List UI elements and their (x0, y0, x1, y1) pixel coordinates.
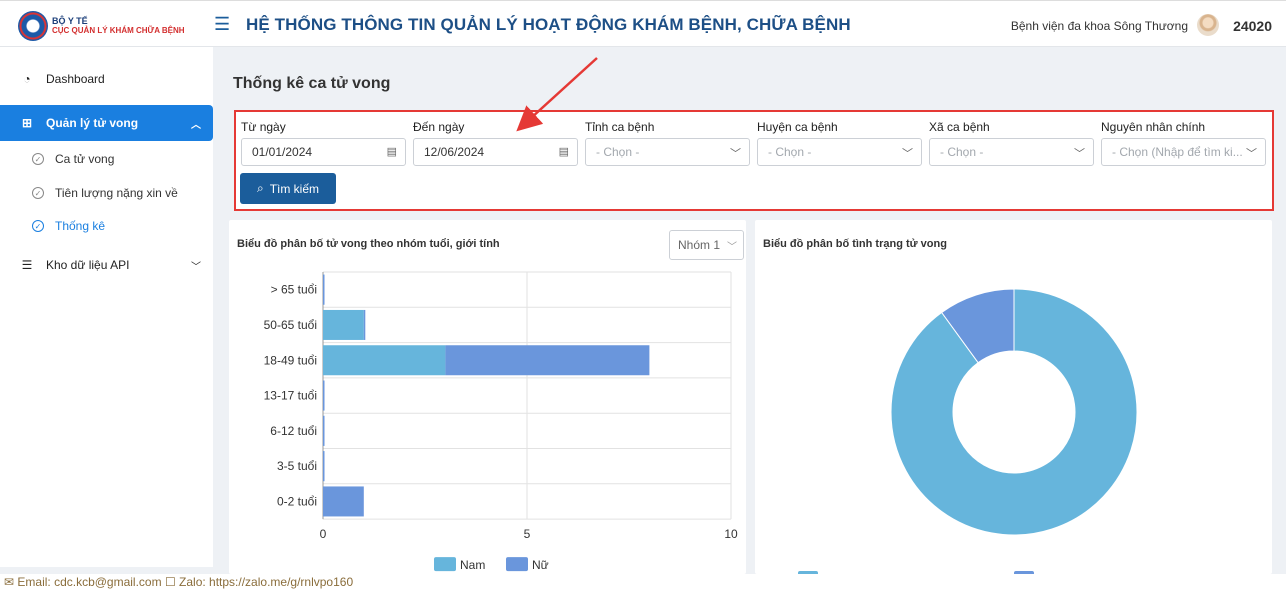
commune-label: Xã ca bệnh (929, 120, 990, 134)
bar-nữ (323, 451, 325, 482)
bar-nam (323, 345, 446, 376)
age-gender-chart-card: Biểu đồ phân bố tử vong theo nhóm tuổi, … (229, 220, 746, 574)
logo-line2: CỤC QUẢN LÝ KHÁM CHỮA BỆNH (52, 26, 185, 35)
cause-select[interactable]: - Chọn (Nhập để tìm ki... ﹀ (1101, 138, 1266, 166)
sidebar-subitem-label: Ca tử vong (55, 152, 115, 166)
dashboard-icon: ◔ (23, 72, 31, 86)
district-label: Huyện ca bệnh (757, 120, 838, 134)
medical-folder-icon: ⊞ (21, 116, 33, 130)
status-chart-card: Biểu đồ phân bố tình trạng tử vong (755, 220, 1272, 574)
cause-label: Nguyên nhân chính (1101, 120, 1206, 134)
chevron-up-icon: ︿ (191, 119, 201, 131)
cause-placeholder: - Chọn (Nhập để tìm ki... (1112, 145, 1243, 159)
y-tick-label: 0-2 tuổi (277, 494, 317, 508)
check-circle-icon: ✓ (32, 153, 44, 165)
commune-placeholder: - Chọn - (940, 145, 984, 159)
legend-label: Nam (460, 558, 485, 572)
top-bar: BỘ Y TẾ CỤC QUẢN LÝ KHÁM CHỮA BỆNH ☰ HỆ … (0, 0, 1286, 47)
database-icon: ☰ (21, 258, 33, 272)
sidebar: ◔ Dashboard ⊞ Quản lý tử vong ︿ ✓ Ca tử … (0, 47, 213, 567)
chevron-down-icon: ﹀ (1246, 148, 1257, 160)
search-icon: ⌕ (256, 181, 264, 195)
bar-nữ (323, 274, 325, 305)
y-tick-label: 3-5 tuổi (277, 459, 317, 473)
avatar[interactable] (1197, 14, 1219, 36)
bar-nữ (323, 380, 325, 411)
chevron-down-icon: ﹀ (1074, 148, 1085, 160)
sidebar-item-label: Quản lý tử vong (46, 116, 139, 130)
filter-panel: Từ ngày 01/01/2024 ▤ Đến ngày 12/06/2024… (234, 110, 1274, 211)
ministry-logo (18, 11, 48, 41)
province-placeholder: - Chọn - (596, 145, 640, 159)
y-tick-label: 18-49 tuổi (264, 353, 317, 367)
from-date-value: 01/01/2024 (252, 145, 313, 159)
status-donut-chart (798, 288, 1138, 574)
bar-nữ (323, 486, 364, 517)
province-label: Tỉnh ca bệnh (585, 120, 655, 134)
bar-nữ (445, 345, 650, 376)
legend-swatch (506, 557, 528, 572)
x-tick-label: 10 (724, 527, 738, 541)
sidebar-item-label: Kho dữ liệu API (46, 258, 130, 272)
check-circle-icon: ✓ (32, 220, 44, 232)
menu-toggle-icon[interactable]: ☰ (214, 15, 230, 33)
sidebar-item-label: Dashboard (46, 72, 105, 86)
to-date-value: 12/06/2024 (424, 145, 485, 159)
app-title: HỆ THỐNG THÔNG TIN QUẢN LÝ HOẠT ĐỘNG KHÁ… (246, 15, 851, 34)
bar-nữ (323, 415, 325, 446)
sidebar-subitem-prognosis[interactable]: ✓ Tiên lượng nặng xin về (0, 178, 213, 208)
sidebar-item-death-management[interactable]: ⊞ Quản lý tử vong ︿ (0, 105, 213, 141)
to-date-label: Đến ngày (413, 120, 465, 134)
search-button-label: Tìm kiếm (269, 181, 320, 196)
check-circle-icon: ✓ (32, 187, 44, 199)
y-tick-label: > 65 tuổi (271, 283, 317, 297)
sidebar-subitem-death-cases[interactable]: ✓ Ca tử vong (0, 144, 213, 174)
province-select[interactable]: - Chọn - ﹀ (585, 138, 750, 166)
to-date-input[interactable]: 12/06/2024 ▤ (413, 138, 578, 166)
from-date-label: Từ ngày (241, 120, 286, 134)
sidebar-subitem-statistics[interactable]: ✓ Thống kê (0, 211, 213, 241)
x-tick-label: 5 (524, 527, 531, 541)
commune-select[interactable]: - Chọn - ﹀ (929, 138, 1094, 166)
user-code[interactable]: 24020 (1233, 18, 1272, 34)
page-title: Thống kê ca tử vong (233, 75, 391, 92)
hospital-name: Bệnh viện đa khoa Sông Thương (1010, 19, 1188, 33)
logo-text: BỘ Y TẾ CỤC QUẢN LÝ KHÁM CHỮA BỆNH (52, 16, 185, 36)
sidebar-item-api-data[interactable]: ☰ Kho dữ liệu API ﹀ (0, 247, 213, 283)
bar-nữ (363, 309, 366, 340)
district-select[interactable]: - Chọn - ﹀ (757, 138, 922, 166)
bar-nam (323, 309, 364, 340)
logo-line1: BỘ Y TẾ (52, 16, 88, 26)
sidebar-item-dashboard[interactable]: ◔ Dashboard (0, 61, 213, 97)
y-tick-label: 13-17 tuổi (264, 389, 317, 403)
district-placeholder: - Chọn - (768, 145, 812, 159)
x-tick-label: 0 (320, 527, 327, 541)
y-tick-label: 50-65 tuổi (264, 318, 317, 332)
chevron-down-icon: ﹀ (902, 148, 913, 160)
footer-contact: ✉ Email: cdc.kcb@gmail.com ☐ Zalo: https… (0, 574, 1286, 590)
sidebar-subitem-label: Tiên lượng nặng xin về (55, 186, 178, 200)
legend-label: Nữ (532, 558, 549, 572)
search-button[interactable]: ⌕ Tìm kiếm (240, 173, 336, 204)
calendar-icon[interactable]: ▤ (559, 145, 569, 158)
y-tick-label: 6-12 tuổi (270, 424, 317, 438)
chevron-down-icon: ﹀ (191, 261, 201, 273)
legend-swatch (434, 557, 456, 572)
from-date-input[interactable]: 01/01/2024 ▤ (241, 138, 406, 166)
sidebar-subitem-label: Thống kê (55, 219, 106, 233)
chevron-down-icon: ﹀ (730, 148, 741, 160)
calendar-icon[interactable]: ▤ (387, 145, 397, 158)
age-gender-bar-chart: 0 5 10 > 65 tuổi 50-65 tuổi 18-49 tuổi 13-17 t… (264, 271, 738, 572)
